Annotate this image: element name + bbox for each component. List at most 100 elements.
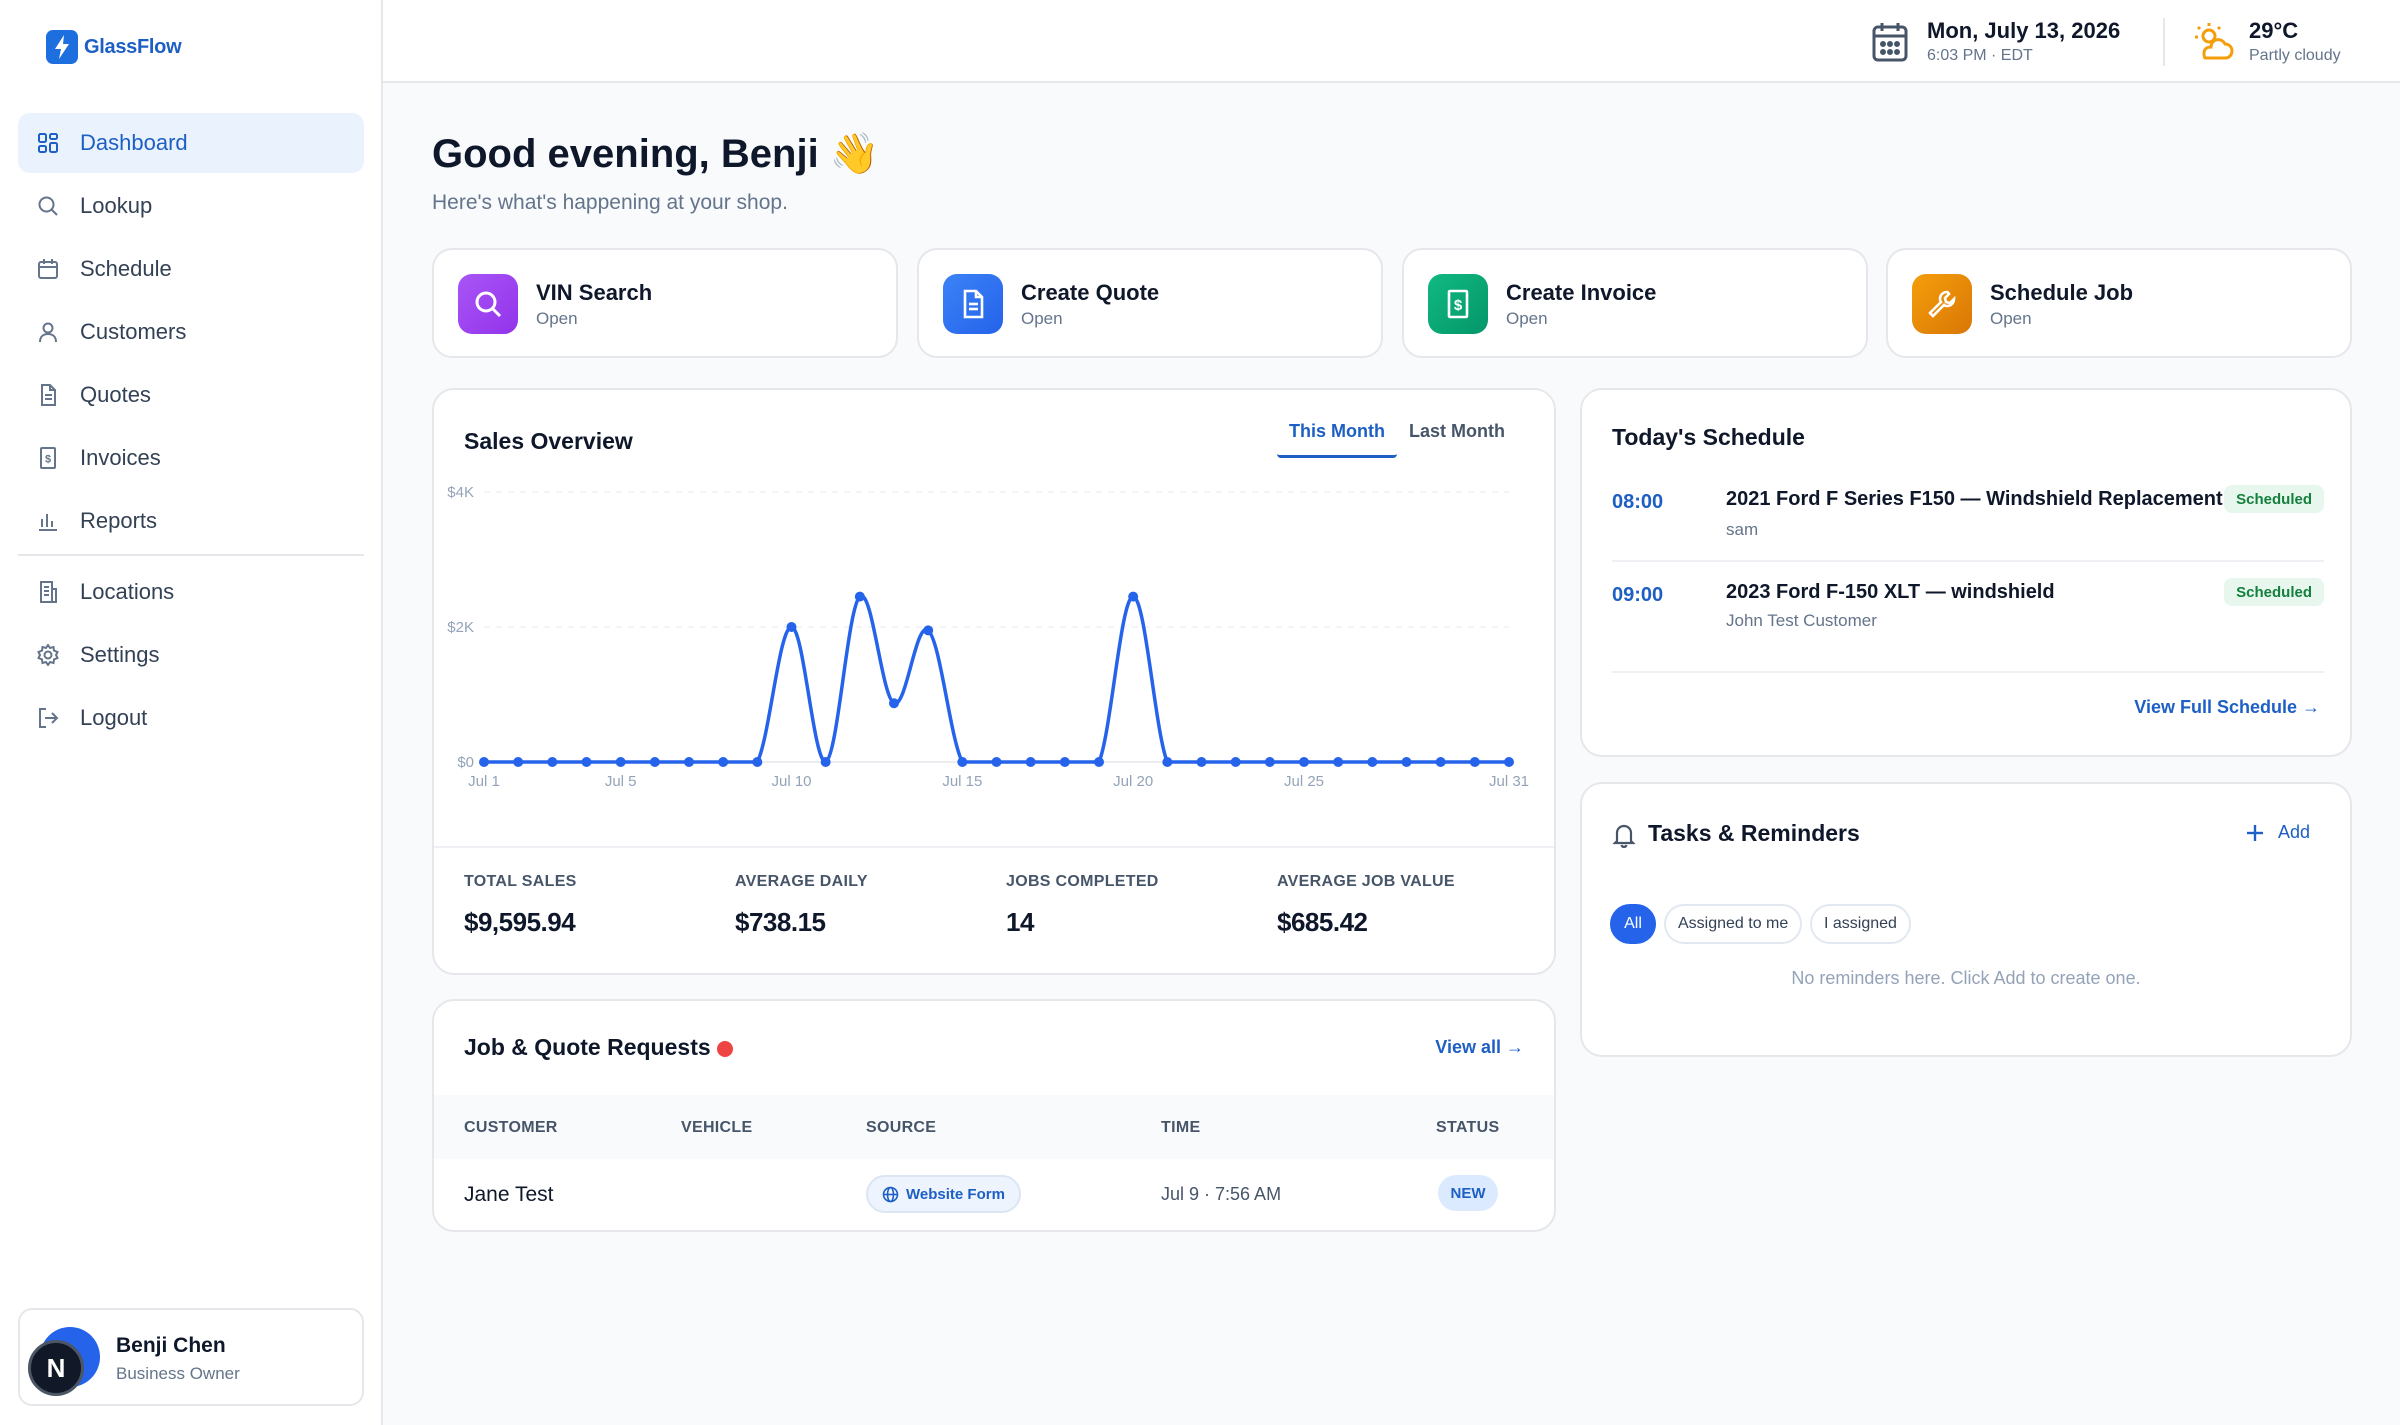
sidebar-item-reports[interactable]: Reports: [18, 491, 364, 551]
svg-text:$: $: [1454, 297, 1463, 314]
series-line: [483, 594, 1509, 764]
data-point: [991, 757, 1002, 767]
data-point: [1059, 757, 1070, 767]
user-icon: [36, 320, 60, 344]
stat-total-sales: TOTAL SALES $9,595.94: [464, 873, 577, 938]
user-profile-card[interactable]: N Benji Chen Business Owner: [18, 1308, 364, 1406]
app-logo[interactable]: GlassFlow: [46, 30, 182, 64]
stat-average-daily: AVERAGE DAILY $738.15: [735, 873, 868, 938]
quick-action-create-invoice[interactable]: $ Create Invoice Open: [1402, 248, 1868, 358]
filter-all[interactable]: All: [1610, 904, 1656, 944]
view-full-schedule-link[interactable]: View Full Schedule →: [2134, 697, 2320, 718]
filter-i-assigned[interactable]: I assigned: [1810, 904, 1911, 944]
receipt-icon: $: [36, 446, 60, 470]
quick-action-create-quote[interactable]: Create Quote Open: [917, 248, 1383, 358]
data-point: [854, 591, 865, 602]
x-tick-label: Jul 25: [1284, 773, 1324, 790]
data-point: [1162, 757, 1173, 767]
source-badge: Website Form: [866, 1175, 1021, 1213]
x-tick-label: Jul 20: [1113, 773, 1153, 790]
data-point: [1469, 757, 1480, 767]
plus-icon: [2246, 824, 2263, 841]
job-quote-requests-card: Job & Quote Requests View all → CUSTOMER…: [432, 999, 1556, 1232]
sidebar-item-settings[interactable]: Settings: [18, 625, 364, 685]
gear-icon: [36, 643, 60, 667]
data-point: [1401, 757, 1412, 767]
unread-indicator-dot: [717, 1041, 733, 1057]
sidebar: GlassFlow Dashboard Lookup Schedule Cust…: [0, 0, 383, 1425]
data-point: [957, 757, 968, 767]
stats-divider: [434, 846, 1554, 848]
sidebar-item-label: Lookup: [80, 193, 153, 218]
schedule-job-title: 2023 Ford F-150 XLT — windshield: [1726, 581, 2055, 603]
quick-action-sub: Open: [1506, 309, 1548, 328]
sales-overview-title: Sales Overview: [464, 428, 633, 454]
view-all-requests-link[interactable]: View all →: [1435, 1037, 1524, 1058]
sales-overview-card: Sales Overview This Month Last Month $0 $…: [432, 388, 1556, 975]
sidebar-item-customers[interactable]: Customers: [18, 302, 364, 362]
temperature: 29°C: [2249, 18, 2299, 43]
schedule-job-title: 2021 Ford F Series F150 — Windshield Rep…: [1726, 488, 2223, 510]
sidebar-item-label: Logout: [80, 705, 148, 730]
y-tick-label: $0: [457, 754, 474, 771]
sidebar-item-lookup[interactable]: Lookup: [18, 176, 364, 236]
schedule-customer: John Test Customer: [1726, 611, 1877, 630]
app-name: GlassFlow: [84, 35, 182, 58]
column-header-customer: CUSTOMER: [464, 1119, 558, 1136]
bell-icon: [1612, 824, 1636, 848]
receipt-icon: $: [1428, 274, 1488, 334]
sidebar-item-dashboard[interactable]: Dashboard: [18, 113, 364, 173]
tab-this-month[interactable]: This Month: [1277, 416, 1397, 458]
column-header-source: SOURCE: [866, 1119, 937, 1136]
document-icon: [943, 274, 1003, 334]
data-point: [786, 622, 797, 632]
sidebar-item-label: Customers: [80, 319, 187, 344]
quick-action-sub: Open: [1990, 309, 2032, 328]
schedule-time: 09:00: [1612, 584, 1664, 606]
data-point: [684, 757, 694, 767]
stat-label: AVERAGE DAILY: [735, 873, 868, 890]
sidebar-item-logout[interactable]: Logout: [18, 688, 364, 748]
filter-assigned-to-me[interactable]: Assigned to me: [1664, 904, 1803, 944]
schedule-time: 08:00: [1612, 491, 1664, 513]
todays-schedule-card: Today's Schedule 08:00 2021 Ford F Serie…: [1580, 388, 2352, 757]
schedule-title: Today's Schedule: [1612, 424, 1805, 450]
schedule-item[interactable]: 09:00 2023 Ford F-150 XLT — windshield J…: [1612, 578, 2324, 641]
sidebar-item-invoices[interactable]: $ Invoices: [18, 428, 364, 488]
stat-value: $738.15: [735, 907, 826, 937]
data-point: [752, 757, 763, 767]
data-point: [1504, 757, 1514, 767]
dashboard-icon: [36, 131, 60, 155]
data-point: [649, 757, 660, 767]
document-icon: [36, 383, 60, 407]
requests-table-header: CUSTOMER VEHICLE SOURCE TIME STATUS: [434, 1095, 1554, 1159]
requests-title: Job & Quote Requests: [464, 1034, 711, 1060]
sidebar-item-quotes[interactable]: Quotes: [18, 365, 364, 425]
quick-action-vin-search[interactable]: VIN Search Open: [432, 248, 898, 358]
sidebar-item-label: Locations: [80, 579, 175, 604]
tab-last-month[interactable]: Last Month: [1397, 416, 1517, 458]
top-bar: Mon, July 13, 2026 6:03 PM · EDT 29°C Pa…: [383, 0, 2400, 83]
quick-action-title: Schedule Job: [1990, 280, 2134, 305]
schedule-divider: [1612, 671, 2324, 673]
y-tick-label: $2K: [447, 619, 474, 636]
quick-action-title: Create Quote: [1021, 280, 1160, 305]
calendar-icon: [36, 257, 60, 281]
sidebar-item-schedule[interactable]: Schedule: [18, 239, 364, 299]
stat-label: AVERAGE JOB VALUE: [1277, 873, 1455, 890]
x-tick-label: Jul 15: [942, 773, 982, 790]
sales-period-tabs: This Month Last Month: [1277, 416, 1517, 458]
data-point: [1333, 757, 1344, 767]
building-icon: [36, 580, 60, 604]
x-tick-label: Jul 31: [1489, 773, 1529, 790]
data-point: [547, 757, 558, 767]
add-reminder-button[interactable]: Add: [2246, 822, 2310, 843]
stat-label: JOBS COMPLETED: [1006, 873, 1159, 890]
data-point: [1128, 591, 1139, 602]
user-name: Benji Chen: [116, 1334, 226, 1357]
column-header-vehicle: VEHICLE: [681, 1119, 753, 1136]
data-point: [1230, 757, 1241, 767]
schedule-item[interactable]: 08:00 2021 Ford F Series F150 — Windshie…: [1612, 485, 2324, 568]
sidebar-item-locations[interactable]: Locations: [18, 562, 364, 622]
quick-action-schedule-job[interactable]: Schedule Job Open: [1886, 248, 2352, 358]
